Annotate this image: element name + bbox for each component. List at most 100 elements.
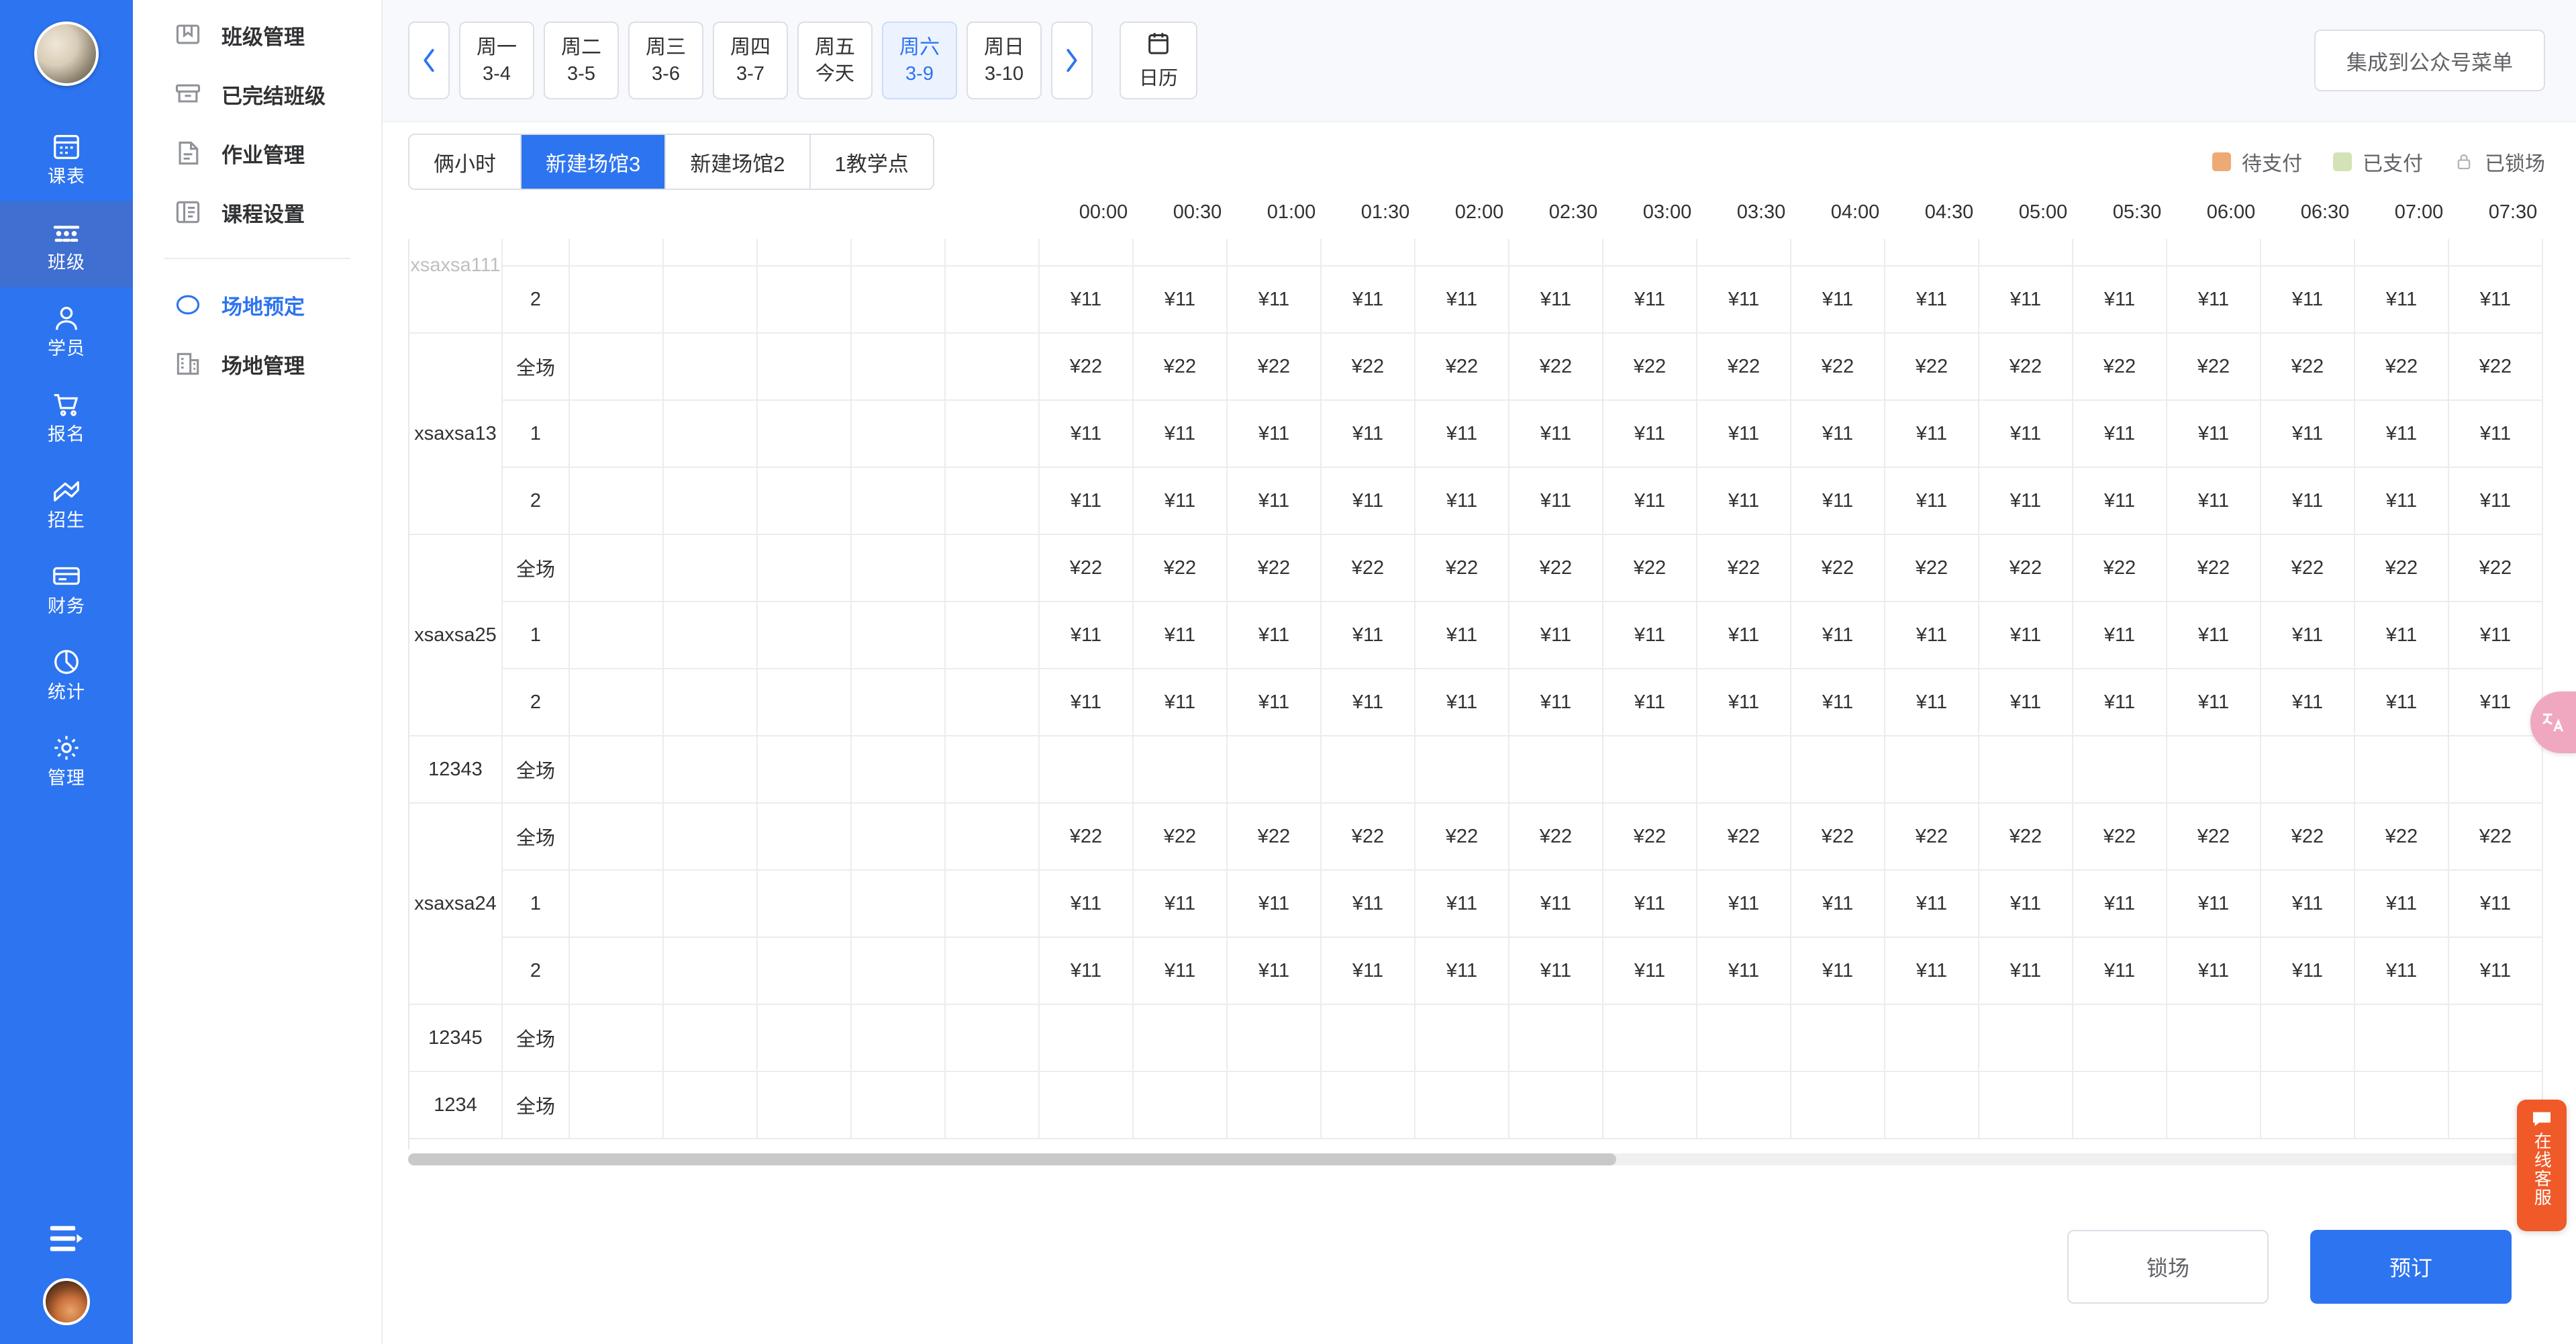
online-service-widget[interactable]: 在线客服 [2517,1100,2567,1231]
time-slot-cell[interactable]: ¥11 [2167,239,2261,267]
time-slot-cell[interactable] [1227,735,1322,804]
time-slot-cell[interactable]: ¥11 [1415,467,1509,535]
time-slot-cell[interactable] [945,1004,1040,1072]
time-slot-cell[interactable]: ¥22 [1697,534,1791,602]
time-slot-cell[interactable] [663,534,758,602]
time-slot-cell[interactable]: ¥11 [1415,669,1509,736]
time-slot-cell[interactable]: ¥11 [1227,602,1322,669]
time-slot-cell[interactable] [1791,1071,1885,1139]
time-slot-cell[interactable] [1885,735,1979,804]
time-slot-cell[interactable] [663,937,758,1005]
time-slot-cell[interactable]: ¥11 [2073,602,2167,669]
time-slot-cell[interactable] [851,534,946,602]
time-slot-cell[interactable]: ¥11 [2073,870,2167,938]
time-slot-cell[interactable]: ¥22 [1603,802,1697,871]
time-slot-cell[interactable]: ¥22 [1509,802,1603,871]
time-slot-cell[interactable]: ¥11 [2261,467,2355,535]
time-slot-cell[interactable]: ¥11 [1979,400,2073,468]
time-slot-cell[interactable]: ¥11 [1697,239,1791,267]
time-slot-cell[interactable]: ¥11 [1791,602,1885,669]
time-slot-cell[interactable] [757,669,852,736]
time-slot-cell[interactable]: ¥11 [1415,602,1509,669]
time-slot-cell[interactable] [1133,735,1228,804]
time-slot-cell[interactable]: ¥11 [1321,467,1416,535]
time-slot-cell[interactable] [1227,1071,1322,1139]
time-slot-cell[interactable]: ¥22 [1039,534,1134,602]
time-slot-cell[interactable]: ¥11 [1979,602,2073,669]
time-slot-cell[interactable]: ¥11 [1509,602,1603,669]
time-slot-cell[interactable] [945,467,1040,535]
time-slot-cell[interactable]: ¥11 [2261,669,2355,736]
time-slot-cell[interactable] [851,870,946,938]
time-slot-cell[interactable]: ¥22 [2261,534,2355,602]
sidebar-item-class-manage[interactable]: 班级管理 [133,5,381,64]
time-slot-cell[interactable]: ¥11 [1509,870,1603,938]
time-slot-cell[interactable]: ¥11 [2355,467,2449,535]
time-slot-cell[interactable] [757,602,852,669]
time-slot-cell[interactable]: ¥11 [1697,870,1791,938]
time-slot-cell[interactable] [851,735,946,804]
rail-item-finance[interactable]: 财务 [0,545,133,631]
time-slot-cell[interactable]: ¥22 [1133,332,1228,401]
time-slot-cell[interactable]: ¥22 [2167,534,2261,602]
time-slot-cell[interactable]: ¥11 [2167,870,2261,938]
time-slot-cell[interactable] [663,870,758,938]
day-button-tue[interactable]: 周二 3-5 [544,21,619,99]
time-slot-cell[interactable] [757,735,852,804]
time-slot-cell[interactable]: ¥11 [1039,467,1134,535]
time-slot-cell[interactable] [851,332,946,401]
time-slot-cell[interactable] [1415,735,1509,804]
time-slot-cell[interactable]: ¥22 [1227,534,1322,602]
day-button-sat[interactable]: 周六 3-9 [882,21,957,99]
book-button[interactable]: 预订 [2310,1230,2512,1304]
time-slot-cell[interactable]: ¥11 [1885,467,1979,535]
time-slot-cell[interactable] [2355,735,2449,804]
time-slot-cell[interactable] [851,400,946,468]
time-slot-cell[interactable] [1509,735,1603,804]
time-slot-cell[interactable] [569,602,664,669]
time-slot-cell[interactable]: ¥11 [2355,239,2449,267]
time-slot-cell[interactable] [569,669,664,736]
sidebar-item-homework[interactable]: 作业管理 [133,124,381,183]
time-slot-cell[interactable] [1697,1004,1791,1072]
prev-week-button[interactable] [408,21,450,99]
time-slot-cell[interactable]: ¥11 [1697,937,1791,1005]
rail-item-class[interactable]: 班级 [0,201,133,287]
time-slot-cell[interactable] [569,239,664,267]
time-slot-cell[interactable] [663,239,758,267]
time-slot-cell[interactable] [851,669,946,736]
time-slot-cell[interactable]: ¥22 [1415,534,1509,602]
time-slot-cell[interactable]: ¥11 [1415,400,1509,468]
time-slot-cell[interactable]: ¥11 [1885,602,1979,669]
time-slot-cell[interactable]: ¥11 [1321,602,1416,669]
time-slot-cell[interactable]: ¥11 [1791,467,1885,535]
collapse-menu-icon[interactable] [48,1225,85,1254]
time-slot-cell[interactable]: ¥11 [1321,870,1416,938]
time-slot-cell[interactable] [851,937,946,1005]
rail-item-enroll[interactable]: 报名 [0,373,133,459]
time-slot-cell[interactable] [1697,735,1791,804]
calendar-button[interactable]: 日历 [1120,21,1197,99]
time-slot-cell[interactable]: ¥11 [1603,602,1697,669]
time-slot-cell[interactable] [945,669,1040,736]
sidebar-item-finished-class[interactable]: 已完结班级 [133,64,381,124]
time-slot-cell[interactable] [2355,1004,2449,1072]
time-slot-cell[interactable] [757,534,852,602]
time-slot-cell[interactable] [757,1004,852,1072]
time-slot-cell[interactable]: ¥11 [2448,602,2543,669]
time-slot-cell[interactable] [757,802,852,871]
time-slot-cell[interactable]: ¥11 [1979,266,2073,334]
time-slot-cell[interactable]: ¥11 [2355,266,2449,334]
time-slot-cell[interactable]: ¥11 [1415,239,1509,267]
time-slot-cell[interactable]: ¥11 [1697,467,1791,535]
time-slot-cell[interactable]: ¥11 [1791,937,1885,1005]
time-slot-cell[interactable] [1979,1071,2073,1139]
time-slot-cell[interactable]: ¥11 [2261,937,2355,1005]
time-slot-cell[interactable]: ¥22 [2073,534,2167,602]
time-slot-cell[interactable] [1603,735,1697,804]
time-slot-cell[interactable]: ¥22 [1509,534,1603,602]
time-slot-cell[interactable] [569,266,664,334]
time-slot-cell[interactable] [1227,1004,1322,1072]
time-slot-cell[interactable]: ¥11 [1509,467,1603,535]
time-slot-cell[interactable]: ¥11 [1227,870,1322,938]
